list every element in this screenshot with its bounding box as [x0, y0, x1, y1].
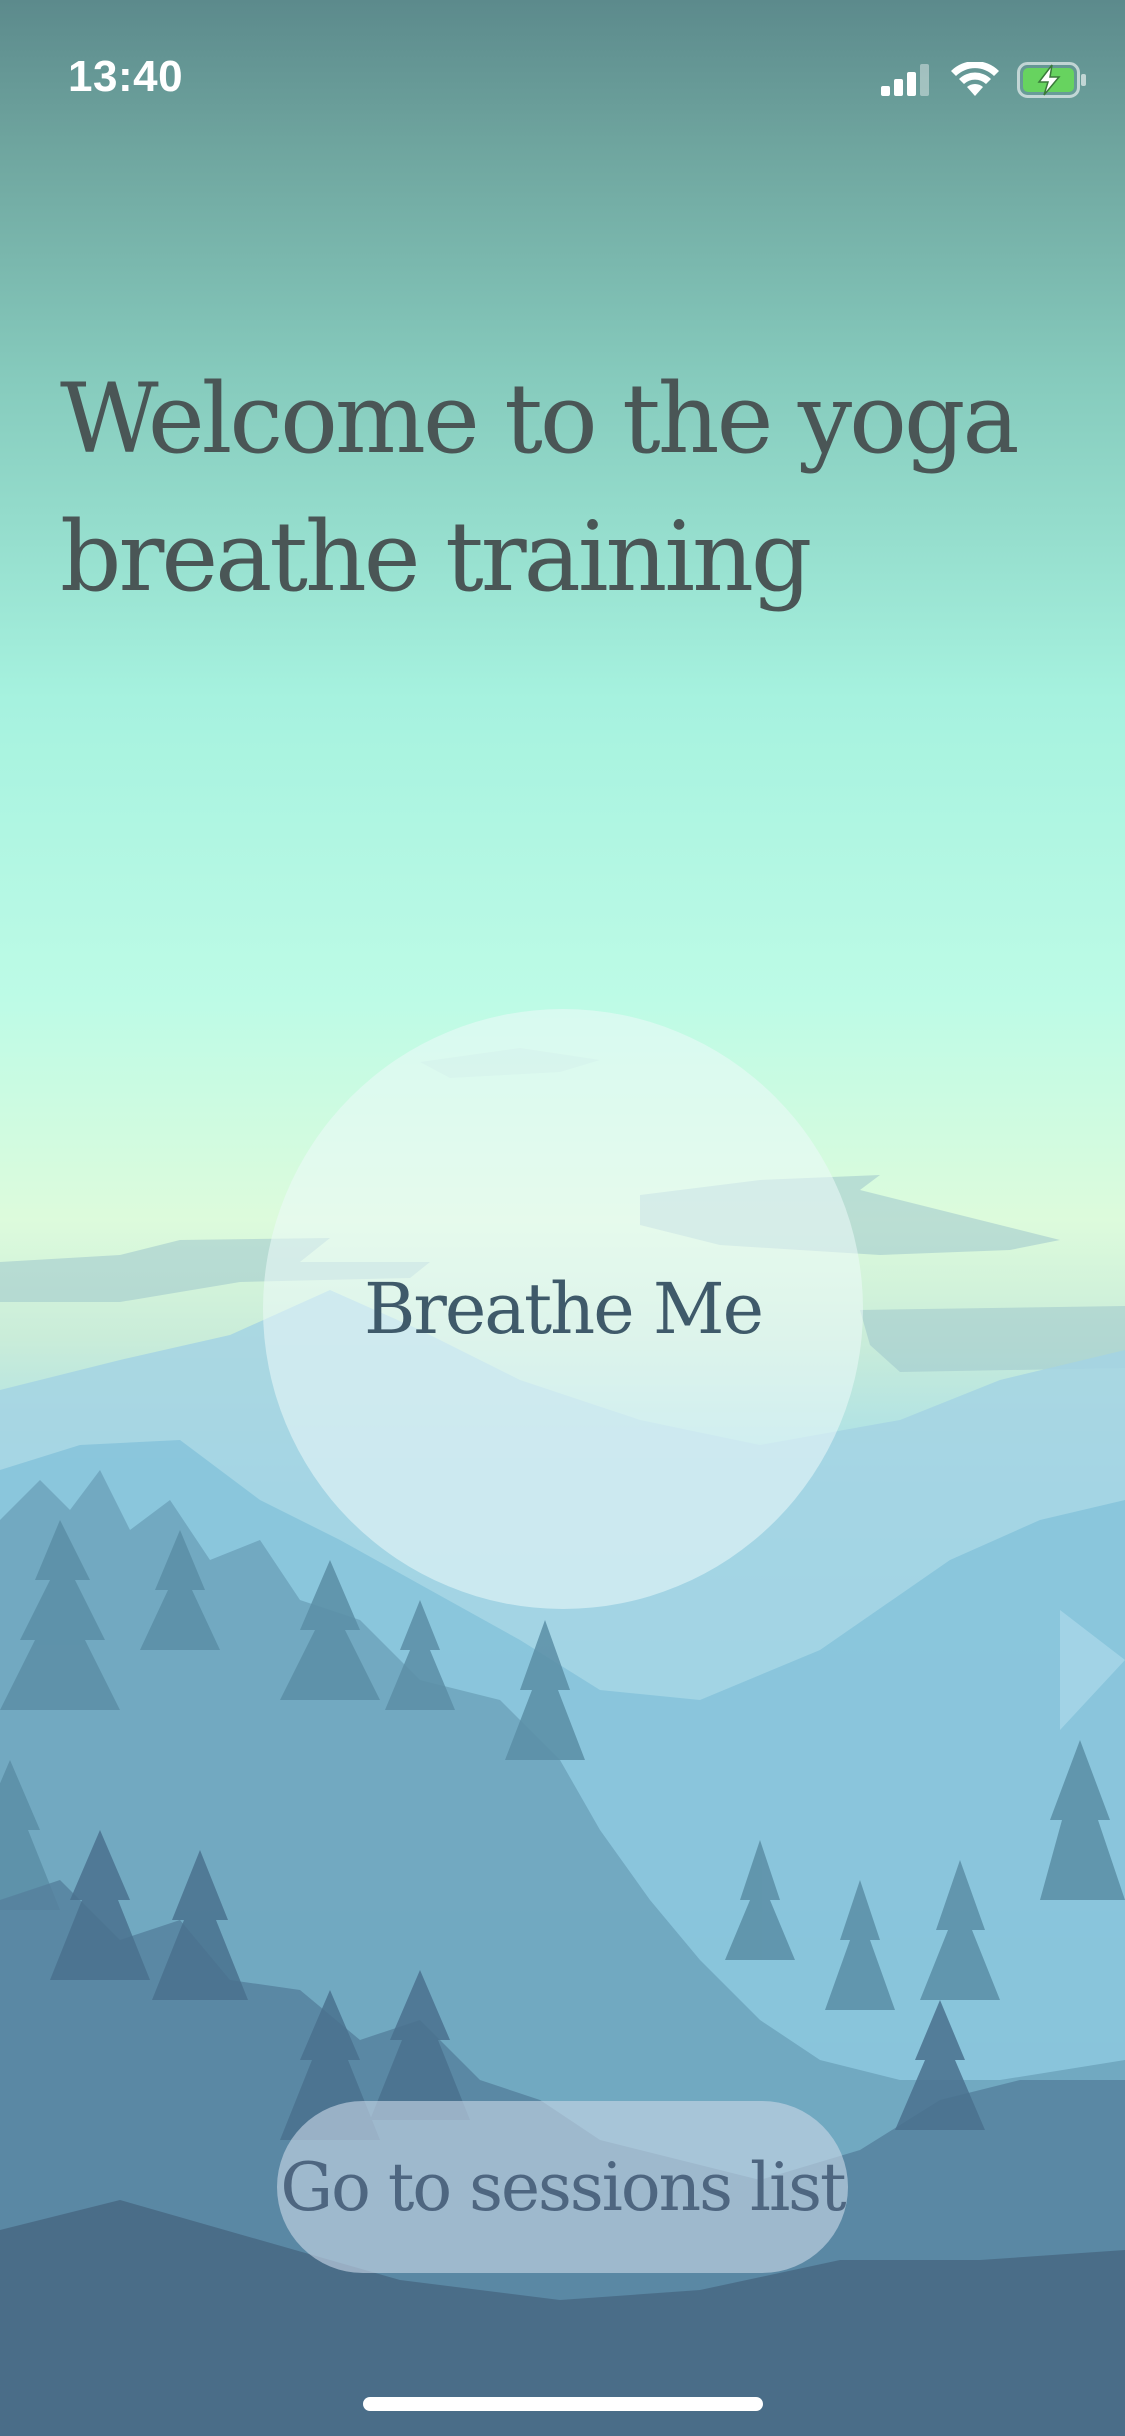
status-bar-time: 13:40 — [68, 52, 184, 101]
status-bar-icons — [881, 60, 1087, 100]
breathe-me-label: Breathe Me — [363, 1268, 764, 1350]
wifi-icon — [951, 62, 999, 96]
app-screen: 13:40 Welcome to the yoga breathe traini… — [0, 0, 1125, 2436]
cellular-signal-icon — [881, 64, 929, 96]
breathe-me-button[interactable]: Breathe Me — [263, 1009, 863, 1609]
battery-charging-icon — [1017, 62, 1086, 98]
sessions-list-label: Go to sessions list — [280, 2148, 846, 2226]
welcome-title: Welcome to the yoga breathe training — [60, 363, 1020, 613]
sessions-list-button[interactable]: Go to sessions list — [277, 2101, 848, 2273]
home-indicator[interactable] — [363, 2397, 763, 2411]
